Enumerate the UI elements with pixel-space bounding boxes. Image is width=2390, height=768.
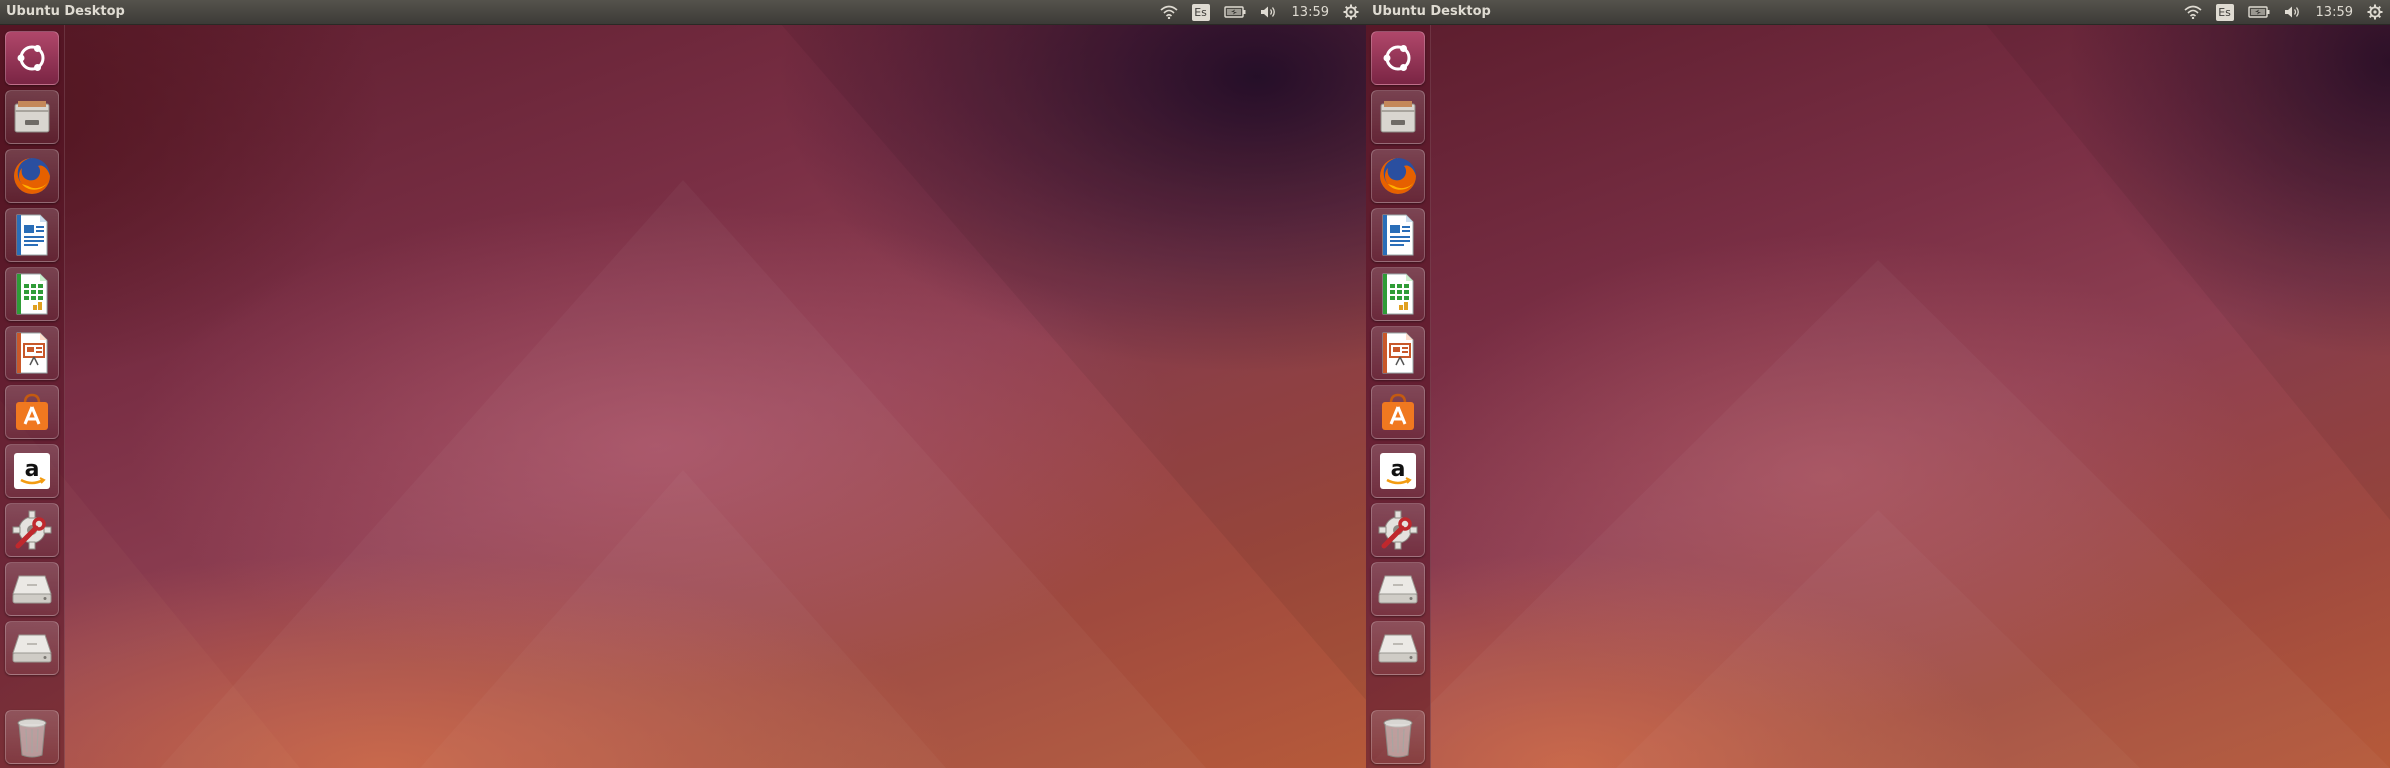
software-center-launcher-item[interactable] (5, 385, 59, 439)
trash-icon (1383, 718, 1413, 758)
keyboard-indicator[interactable]: Es (2209, 0, 2241, 24)
desktop-right[interactable]: Ubuntu Desktop Es 13:59 a (1366, 0, 2390, 768)
trash-icon (17, 718, 47, 758)
keyboard-layout-badge: Es (1191, 3, 1210, 21)
sound-indicator[interactable] (2277, 0, 2309, 24)
keyboard-indicator[interactable]: Es (1185, 0, 1217, 24)
network-indicator[interactable] (1153, 0, 1185, 24)
firefox-launcher-item[interactable] (1371, 149, 1425, 203)
impress-launcher-item[interactable] (5, 326, 59, 380)
desktop-left[interactable]: Ubuntu Desktop Es 13:59 a (0, 0, 1366, 768)
writer-launcher-item[interactable] (5, 208, 59, 262)
battery-indicator[interactable] (1217, 0, 1253, 24)
trash-launcher-item[interactable] (1371, 710, 1425, 764)
wifi-icon (1160, 5, 1178, 19)
drive-launcher-item-1[interactable] (5, 562, 59, 616)
drive-launcher-item-2[interactable] (1371, 621, 1425, 675)
calc-launcher-item[interactable] (5, 267, 59, 321)
dash-button[interactable] (5, 31, 59, 85)
firefox-launcher-item[interactable] (5, 149, 59, 203)
software-center-launcher-item[interactable] (1371, 385, 1425, 439)
ubuntu-dash-icon (17, 45, 45, 71)
clock: 13:59 (2315, 4, 2353, 20)
amazon-launcher-item[interactable]: a (5, 444, 59, 498)
files-icon (14, 101, 50, 133)
files-launcher-item[interactable] (1371, 90, 1425, 144)
ubuntu-dash-icon (1383, 45, 1411, 71)
impress-icon (16, 332, 48, 374)
clock-indicator[interactable]: 13:59 (1285, 0, 1336, 24)
wallpaper (1366, 0, 2390, 768)
battery-indicator[interactable] (2241, 0, 2277, 24)
session-indicator[interactable] (2360, 0, 2390, 24)
settings-launcher-item[interactable] (1371, 503, 1425, 557)
gear-icon (1343, 4, 1359, 20)
trash-launcher-item[interactable] (5, 710, 59, 764)
launcher: a (1366, 25, 1431, 768)
session-indicator[interactable] (1336, 0, 1366, 24)
clock-indicator[interactable]: 13:59 (2309, 0, 2360, 24)
settings-launcher-item[interactable] (5, 503, 59, 557)
impress-launcher-item[interactable] (1371, 326, 1425, 380)
battery-icon (2247, 6, 2270, 18)
software-center-icon (1382, 393, 1414, 430)
indicator-area: Es 13:59 (2177, 0, 2390, 24)
drive-launcher-item-1[interactable] (1371, 562, 1425, 616)
files-icon (1380, 101, 1416, 133)
settings-icon (1378, 510, 1418, 550)
firefox-icon (14, 158, 50, 194)
amazon-icon: a (1380, 453, 1416, 489)
sound-indicator[interactable] (1253, 0, 1285, 24)
volume-icon (1260, 6, 1275, 18)
calc-launcher-item[interactable] (1371, 267, 1425, 321)
drive-icon (1378, 634, 1418, 663)
drive-icon (1378, 575, 1418, 604)
files-launcher-item[interactable] (5, 90, 59, 144)
top-panel: Ubuntu Desktop Es 13:59 (1366, 0, 2390, 25)
calc-icon (1382, 273, 1414, 315)
amazon-launcher-item[interactable]: a (1371, 444, 1425, 498)
keyboard-layout-badge: Es (2215, 3, 2234, 21)
svg-text:a: a (25, 457, 40, 482)
window-title: Ubuntu Desktop (6, 4, 125, 19)
dash-button[interactable] (1371, 31, 1425, 85)
wifi-icon (2184, 5, 2202, 19)
writer-icon (1382, 214, 1414, 256)
launcher: a (0, 25, 65, 768)
volume-icon (2284, 6, 2299, 18)
window-title: Ubuntu Desktop (1372, 4, 1491, 19)
drive-icon (12, 634, 52, 663)
impress-icon (1382, 332, 1414, 374)
gear-icon (2367, 4, 2383, 20)
firefox-icon (1380, 158, 1416, 194)
indicator-area: Es 13:59 (1153, 0, 1366, 24)
battery-icon (1223, 6, 1246, 18)
top-panel: Ubuntu Desktop Es 13:59 (0, 0, 1366, 25)
calc-icon (16, 273, 48, 315)
svg-text:a: a (1391, 457, 1406, 482)
writer-icon (16, 214, 48, 256)
drive-icon (12, 575, 52, 604)
wallpaper (0, 0, 1366, 768)
drive-launcher-item-2[interactable] (5, 621, 59, 675)
writer-launcher-item[interactable] (1371, 208, 1425, 262)
software-center-icon (16, 393, 48, 430)
amazon-icon: a (14, 453, 50, 489)
clock: 13:59 (1291, 4, 1329, 20)
settings-icon (12, 510, 52, 550)
network-indicator[interactable] (2177, 0, 2209, 24)
